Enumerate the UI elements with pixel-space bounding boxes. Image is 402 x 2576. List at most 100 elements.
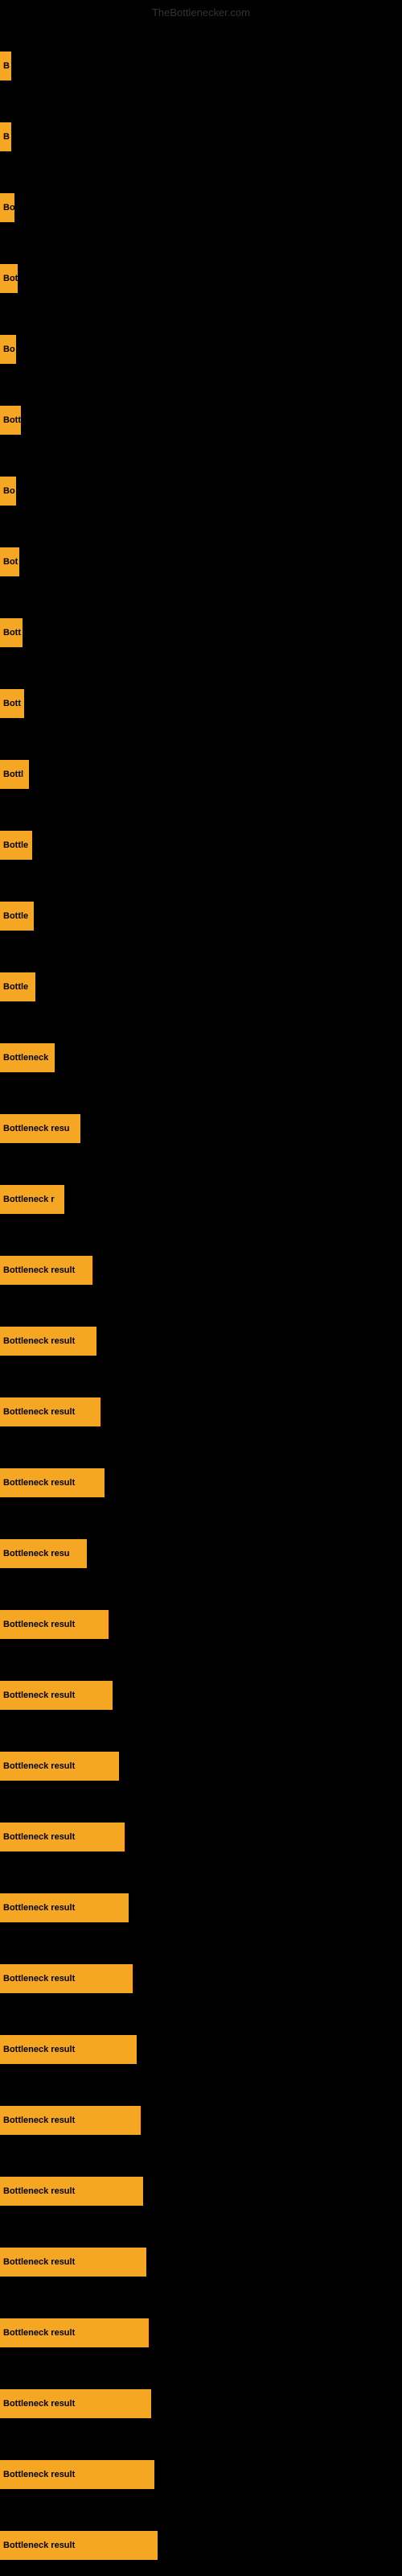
bar-label: Bottle xyxy=(3,840,28,850)
bar-item: Bottleneck result xyxy=(0,2389,151,2418)
bar-label: Bot xyxy=(3,557,18,567)
bar-row: Bott xyxy=(0,591,402,662)
bar-label: Bo xyxy=(3,486,15,496)
bar-row: Bottleneck resu xyxy=(0,1087,402,1158)
bar-row: Bottleneck result xyxy=(0,2504,402,2574)
bar-row: Bottleneck result xyxy=(0,1441,402,1512)
bar-item: Bottle xyxy=(0,972,35,1001)
bar-label: Bottle xyxy=(3,982,28,992)
bar-row: Bottleneck result xyxy=(0,2079,402,2149)
bar-item: Bottl xyxy=(0,760,29,789)
bar-item: Bottleneck result xyxy=(0,2460,154,2489)
site-title: TheBottlenecker.com xyxy=(152,6,250,19)
bar-label: Bottleneck xyxy=(3,1053,48,1063)
bar-row: Bottleneck result xyxy=(0,1795,402,1866)
bar-label: Bottleneck result xyxy=(3,1407,75,1417)
bar-label: Bott xyxy=(3,415,21,425)
bar-row: Bottleneck result xyxy=(0,2291,402,2362)
bar-item: Bottleneck resu xyxy=(0,1114,80,1143)
bar-label: Bottleneck result xyxy=(3,1832,75,1842)
bar-item: Bottleneck r xyxy=(0,1185,64,1214)
bar-item: Bottleneck result xyxy=(0,2106,141,2135)
bar-row: B xyxy=(0,95,402,166)
bar-row: Bottl xyxy=(0,733,402,803)
bar-item: Bo xyxy=(0,193,14,222)
bar-item: Bottleneck result xyxy=(0,2531,158,2560)
bar-item: Bottleneck result xyxy=(0,1964,133,1993)
bar-row: Bottleneck result xyxy=(0,1653,402,1724)
bar-row: Bottleneck xyxy=(0,1016,402,1087)
bar-item: Bo xyxy=(0,477,16,506)
bar-label: Bottleneck result xyxy=(3,2116,75,2125)
bar-row: Bottleneck resu xyxy=(0,1512,402,1583)
bar-label: Bottl xyxy=(3,770,23,779)
bar-row: Bottleneck result xyxy=(0,2433,402,2504)
bar-row: Bo xyxy=(0,308,402,378)
bar-item: Bottleneck result xyxy=(0,1752,119,1781)
bar-row: Bottleneck result xyxy=(0,1866,402,1937)
bar-item: Bottle xyxy=(0,831,32,860)
bar-row: Bot xyxy=(0,520,402,591)
bar-row: Bott xyxy=(0,378,402,449)
bar-row: Bottleneck result xyxy=(0,1583,402,1653)
bar-label: Bottleneck result xyxy=(3,1974,75,1984)
bar-label: Bo xyxy=(3,345,15,354)
bar-item: Bottle xyxy=(0,902,34,931)
bar-item: Bottleneck xyxy=(0,1043,55,1072)
bar-item: Bottleneck result xyxy=(0,1256,92,1285)
bar-label: Bottle xyxy=(3,911,28,921)
bar-item: Bo xyxy=(0,335,16,364)
bars-container: B B Bo Bot Bo Bott Bo Bot Bott Bott Bottl Bottle Bot… xyxy=(0,24,402,2574)
bar-item: Bott xyxy=(0,406,21,435)
bar-label: Bottleneck result xyxy=(3,2399,75,2409)
bar-row: Bottleneck result xyxy=(0,2008,402,2079)
bar-row: B xyxy=(0,24,402,95)
bar-label: Bottleneck result xyxy=(3,2470,75,2479)
bar-label: Bottleneck resu xyxy=(3,1549,70,1558)
bar-label: Bo xyxy=(3,203,14,213)
bar-row: Bottleneck result xyxy=(0,1370,402,1441)
bar-item: Bottleneck result xyxy=(0,2035,137,2064)
bar-row: Bottleneck result xyxy=(0,1299,402,1370)
bar-label: Bott xyxy=(3,699,21,708)
bar-row: Bott xyxy=(0,662,402,733)
bar-item: Bottleneck resu xyxy=(0,1539,87,1568)
bar-label: Bottleneck result xyxy=(3,1478,75,1488)
bar-row: Bottleneck result xyxy=(0,1937,402,2008)
bar-item: Bottleneck result xyxy=(0,1610,109,1639)
bar-row: Bottle xyxy=(0,874,402,945)
bar-item: Bottleneck result xyxy=(0,2177,143,2206)
bar-row: Bottleneck result xyxy=(0,2220,402,2291)
bar-label: Bottleneck resu xyxy=(3,1124,70,1133)
bar-row: Bottle xyxy=(0,945,402,1016)
bar-label: B xyxy=(3,132,10,142)
bar-label: Bottleneck result xyxy=(3,2328,75,2338)
bar-item: Bottleneck result xyxy=(0,1893,129,1922)
bar-row: Bottleneck result xyxy=(0,2149,402,2220)
bar-row: Bottleneck result xyxy=(0,1724,402,1795)
bar-row: Bottleneck result xyxy=(0,1228,402,1299)
bar-item: Bottleneck result xyxy=(0,1397,100,1426)
bar-row: Bottleneck result xyxy=(0,2362,402,2433)
bar-label: Bot xyxy=(3,274,18,283)
bar-row: Bo xyxy=(0,166,402,237)
bar-item: Bottleneck result xyxy=(0,1327,96,1356)
bar-row: Bo xyxy=(0,449,402,520)
bar-label: Bottleneck result xyxy=(3,1620,75,1629)
bar-item: Bottleneck result xyxy=(0,2248,146,2277)
bar-row: Bottle xyxy=(0,803,402,874)
bar-label: Bottleneck result xyxy=(3,1761,75,1771)
bar-item: Bottleneck result xyxy=(0,1823,125,1852)
bar-item: B xyxy=(0,52,11,80)
bar-item: Bot xyxy=(0,264,18,293)
bar-label: Bottleneck r xyxy=(3,1195,55,1204)
bar-item: Bottleneck result xyxy=(0,2318,149,2347)
bar-item: Bott xyxy=(0,618,23,647)
bar-item: Bott xyxy=(0,689,24,718)
bar-item: Bottleneck result xyxy=(0,1681,113,1710)
bar-item: B xyxy=(0,122,11,151)
bar-label: Bottleneck result xyxy=(3,1336,75,1346)
bar-label: Bottleneck result xyxy=(3,2257,75,2267)
bar-label: Bottleneck result xyxy=(3,1690,75,1700)
bar-row: Bot xyxy=(0,237,402,308)
